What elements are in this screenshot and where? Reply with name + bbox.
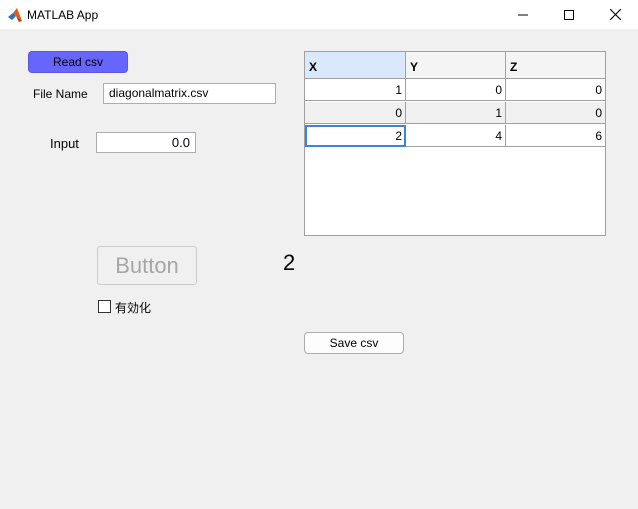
table-cell[interactable]: 0 [406, 79, 506, 101]
table-cell[interactable]: 1 [406, 102, 506, 124]
window-title: MATLAB App [27, 8, 99, 22]
input-field[interactable]: 0.0 [96, 132, 196, 153]
file-name-field[interactable]: diagonalmatrix.csv [103, 83, 276, 104]
save-csv-button[interactable]: Save csv [304, 332, 404, 354]
file-name-label: File Name [33, 87, 88, 101]
table-row: 2 4 6 [305, 125, 605, 148]
table-cell[interactable]: 6 [506, 125, 605, 147]
table-cell[interactable]: 4 [406, 125, 506, 147]
close-button[interactable] [592, 0, 638, 29]
table-row: 1 0 0 [305, 79, 605, 102]
table-cell[interactable]: 0 [506, 79, 605, 101]
table-cell[interactable]: 1 [305, 79, 406, 101]
read-csv-button[interactable]: Read csv [28, 51, 128, 73]
column-header-x[interactable]: X [305, 52, 406, 79]
enable-checkbox-label: 有効化 [115, 301, 152, 315]
matlab-icon [7, 7, 23, 23]
table-header: X Y Z [305, 52, 605, 79]
data-table[interactable]: X Y Z 1 0 0 0 1 0 2 4 6 [304, 51, 606, 236]
table-cell[interactable]: 0 [305, 102, 406, 124]
column-header-y[interactable]: Y [406, 52, 506, 79]
table-cell[interactable]: 0 [506, 102, 605, 124]
input-label: Input [50, 136, 79, 151]
enable-checkbox[interactable] [98, 300, 111, 313]
minimize-button[interactable] [500, 0, 546, 29]
disabled-button[interactable]: Button [97, 246, 197, 285]
number-display: 2 [283, 250, 296, 275]
title-bar: MATLAB App [0, 0, 638, 29]
table-row: 0 1 0 [305, 102, 605, 125]
table-cell-selected[interactable]: 2 [305, 125, 406, 147]
column-header-z[interactable]: Z [506, 52, 605, 79]
maximize-button[interactable] [546, 0, 592, 29]
